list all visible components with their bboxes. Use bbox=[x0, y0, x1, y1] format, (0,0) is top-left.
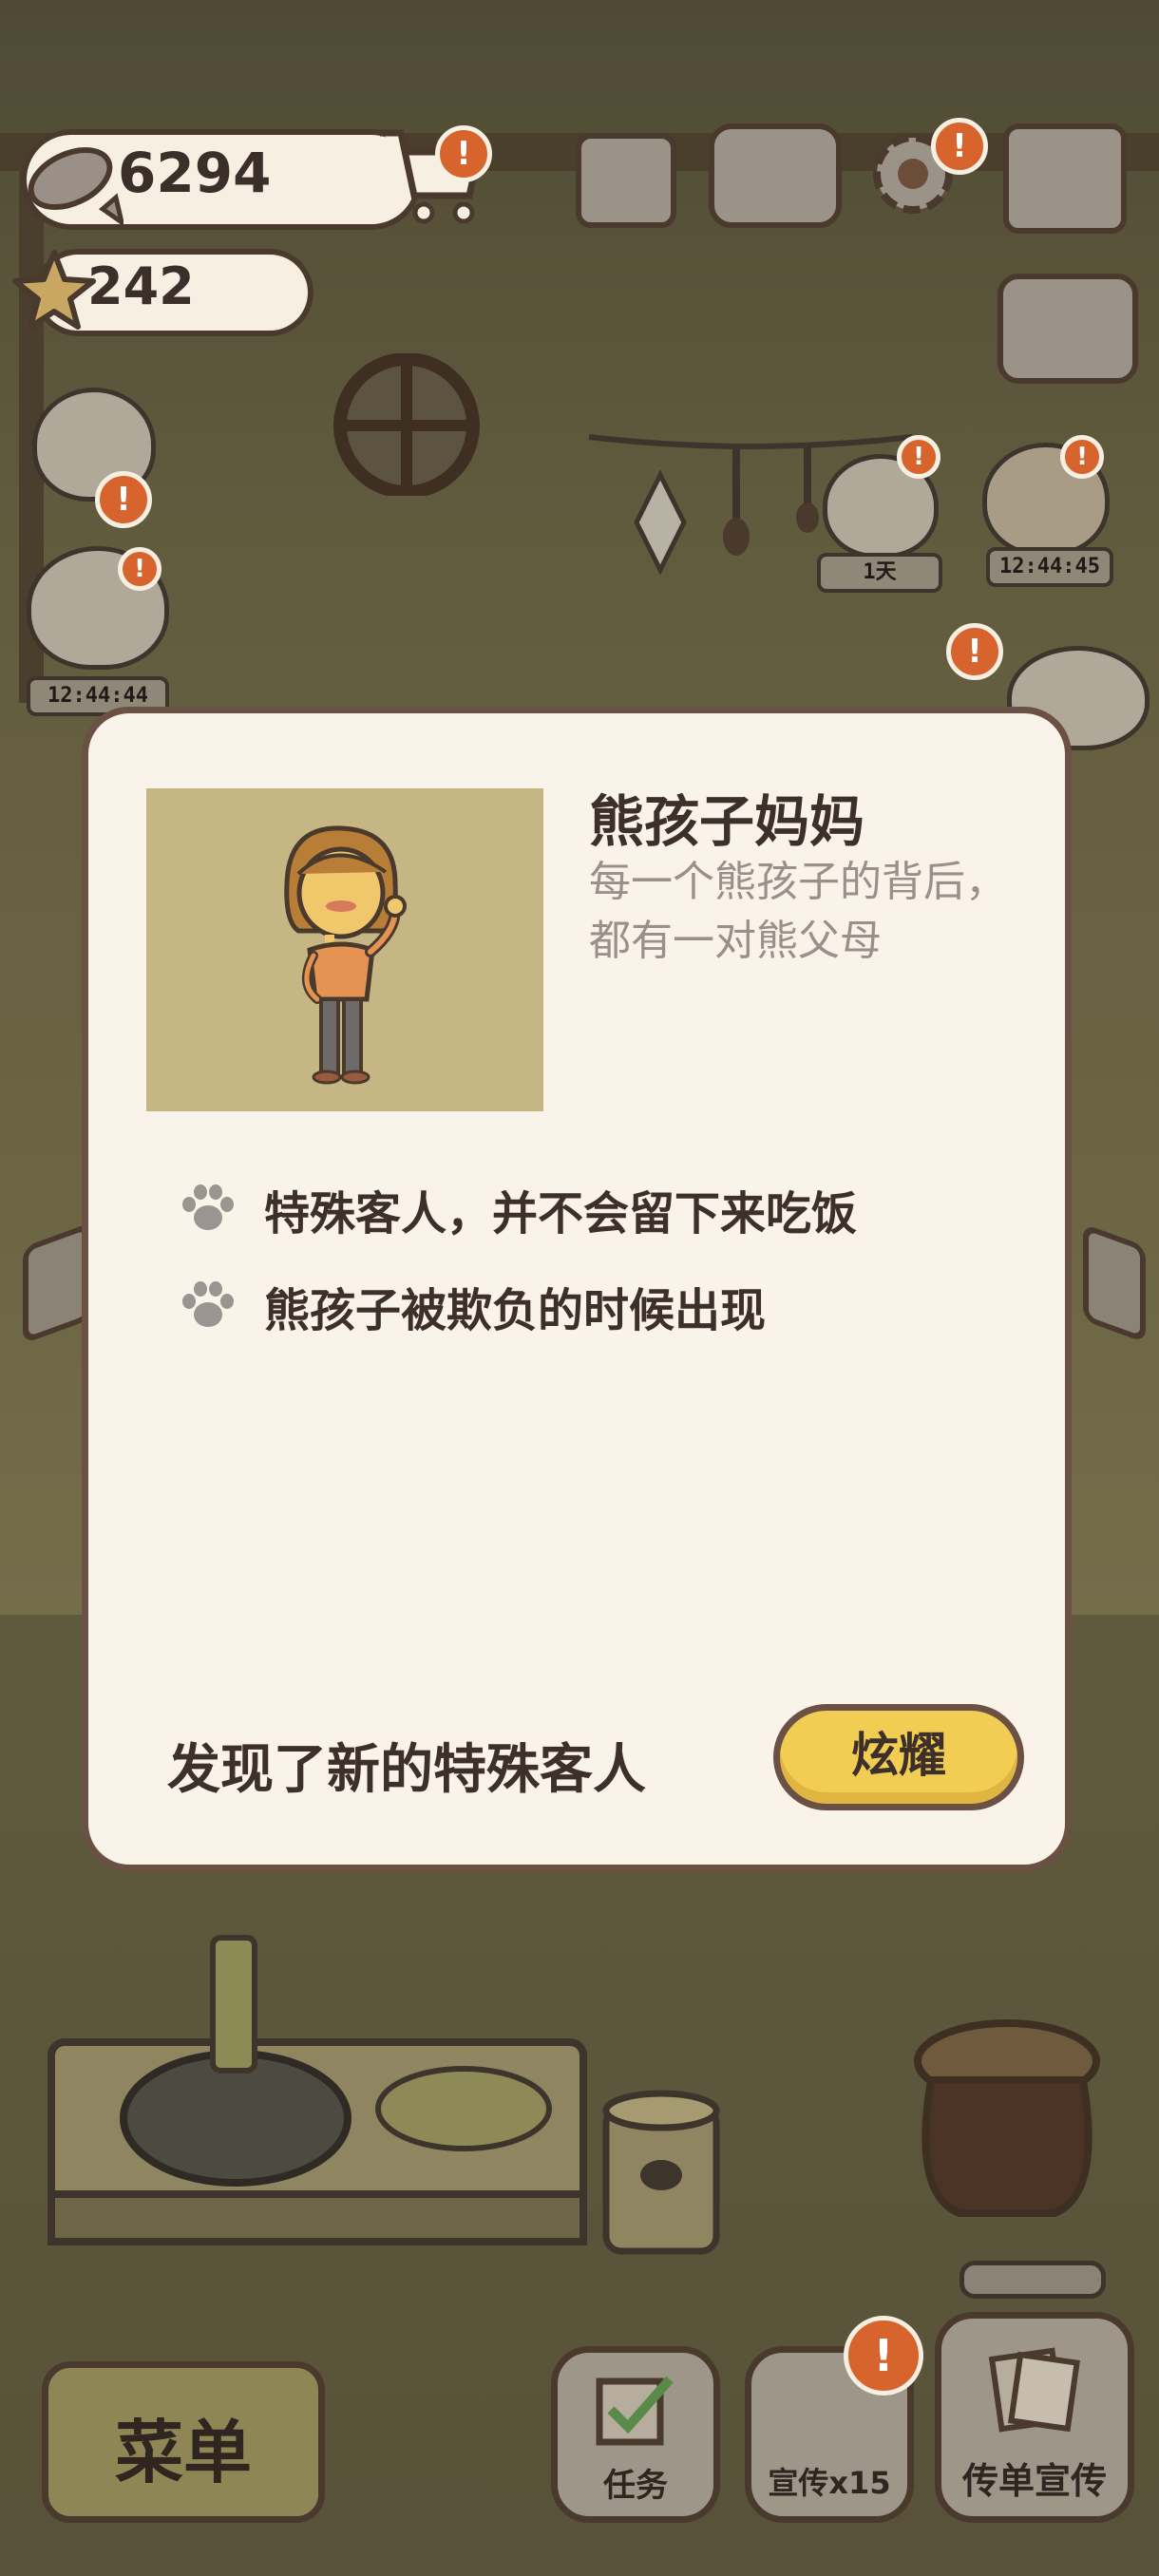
open-book-icon[interactable] bbox=[709, 123, 842, 228]
guest-description: 每一个熊孩子的背后，都有一对熊父母 bbox=[589, 858, 1007, 965]
notebook-icon[interactable] bbox=[576, 133, 676, 228]
guest-portrait bbox=[146, 788, 543, 1111]
feature-text: 熊孩子被欺负的时候出现 bbox=[264, 1284, 767, 1337]
alert-icon: ! bbox=[931, 118, 988, 175]
alert-icon: ! bbox=[946, 623, 1003, 680]
round-window bbox=[333, 353, 480, 496]
flyer-promote-button[interactable]: 传单宣传 bbox=[935, 2312, 1134, 2523]
fish-count: 6294 bbox=[118, 141, 272, 205]
paw-icon bbox=[182, 1281, 234, 1327]
feature-text: 特殊客人，并不会留下来吃饭 bbox=[264, 1187, 858, 1241]
alert-icon: ! bbox=[435, 125, 492, 182]
flyer-promote-label: 传单宣传 bbox=[961, 2460, 1107, 2502]
cat-timer: 12:44:45 bbox=[986, 547, 1113, 587]
cooking-pot bbox=[914, 2019, 1100, 2217]
star-icon bbox=[12, 250, 96, 330]
tasks-button[interactable]: 任务 bbox=[551, 2346, 720, 2523]
alert-icon: ! bbox=[95, 471, 152, 528]
up-down-arrows-icon[interactable] bbox=[998, 274, 1138, 384]
kitchen-counter bbox=[48, 1935, 587, 2245]
tasks-label: 任务 bbox=[603, 2467, 668, 2505]
alert-icon: ! bbox=[1060, 435, 1104, 479]
star-count: 242 bbox=[87, 256, 195, 316]
alert-icon: ! bbox=[844, 2316, 923, 2396]
checkbox-icon bbox=[596, 2376, 674, 2446]
menu-label: 菜单 bbox=[114, 2413, 252, 2492]
cat-timer: 1天 bbox=[817, 553, 942, 593]
progress-bar bbox=[960, 2261, 1106, 2299]
map-icon[interactable] bbox=[1003, 123, 1127, 234]
alert-icon: ! bbox=[118, 547, 162, 591]
guest-name: 熊孩子妈妈 bbox=[589, 789, 865, 854]
bear-kid-mom-illustration bbox=[284, 825, 407, 1085]
tree-stump bbox=[602, 2090, 720, 2255]
fish-icon bbox=[28, 146, 124, 226]
new-guest-discovered-text: 发现了新的特殊客人 bbox=[167, 1739, 646, 1801]
show-off-button[interactable]: 炫耀 bbox=[773, 1704, 1024, 1810]
alert-icon: ! bbox=[897, 435, 940, 479]
flyer-icon bbox=[988, 2347, 1080, 2433]
paw-icon bbox=[182, 1184, 234, 1230]
menu-button[interactable]: 菜单 bbox=[42, 2361, 325, 2523]
promote-label: 宣传x15 bbox=[768, 2465, 891, 2501]
